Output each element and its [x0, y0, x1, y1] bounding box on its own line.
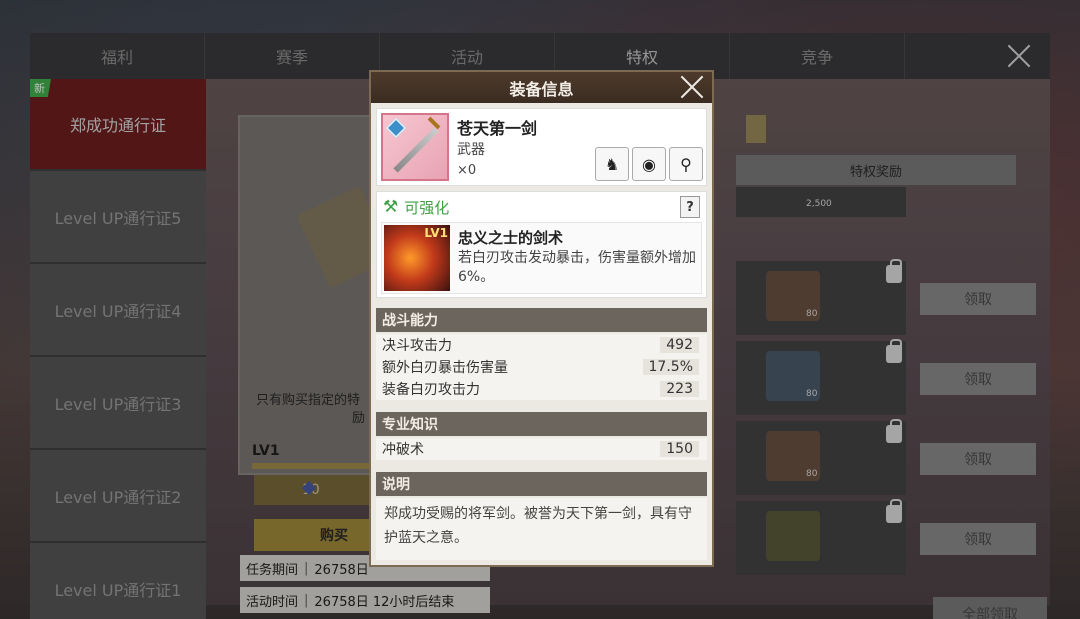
skill-card: LV1 忠义之士的剑术 若白刃攻击发动暴击，伤害量额外增加6%。: [381, 222, 702, 294]
skill-desc: 若白刃攻击发动暴击，伤害量额外增加6%。: [458, 250, 696, 285]
combat-stats: 决斗攻击力 492 额外白刃暴击伤害量 17.5% 装备白刃攻击力 223: [376, 334, 707, 400]
equip-button[interactable]: ♞: [595, 147, 629, 181]
eye-icon: ◉: [642, 154, 656, 174]
stat-row: 决斗攻击力 492: [376, 334, 707, 356]
item-name: 苍天第一剑: [457, 119, 538, 138]
sword-blade: [393, 127, 439, 173]
equip-icon: ♞: [604, 154, 620, 174]
stat-label: 额外白刃暴击伤害量: [382, 360, 508, 376]
gem-icon: [385, 117, 407, 139]
stat-value: 17.5%: [642, 359, 699, 375]
skill-name: 忠义之士的剑术: [458, 229, 564, 247]
stat-label: 决斗攻击力: [382, 338, 452, 354]
enhance-section: ⚒ 可强化 ? LV1 忠义之士的剑术 若白刃攻击发动暴击，伤害量额外增加6%。: [376, 191, 707, 298]
item-summary: 苍天第一剑 武器 ×0 ♞ ◉ ⚲: [376, 108, 707, 186]
stat-row: 装备白刃攻击力 223: [376, 378, 707, 400]
item-count: ×0: [457, 163, 477, 178]
enhance-label: 可强化: [404, 198, 450, 217]
stat-value: 492: [660, 337, 699, 353]
description-header: 说明: [376, 472, 707, 496]
expertise-header: 专业知识: [376, 412, 707, 436]
locate-button[interactable]: ⚲: [669, 147, 703, 181]
stat-value: 223: [660, 381, 699, 397]
stat-label: 装备白刃攻击力: [382, 382, 480, 398]
close-icon[interactable]: [680, 75, 704, 99]
description-text: 郑成功受赐的将军剑。被誉为天下第一剑，具有守护蓝天之意。: [384, 506, 692, 546]
stat-label: 冲破术: [382, 442, 424, 458]
modal-title: 装备信息: [509, 79, 574, 99]
stat-row: 额外白刃暴击伤害量 17.5%: [376, 356, 707, 378]
wrench-icon: ⚒: [383, 197, 399, 217]
modal-header: 装备信息: [371, 72, 712, 103]
preview-button[interactable]: ◉: [632, 147, 666, 181]
enhance-header: ⚒ 可强化: [377, 192, 706, 222]
item-type: 武器: [457, 142, 485, 158]
expertise-stats: 冲破术 150: [376, 438, 707, 460]
sword-icon: [381, 113, 449, 181]
description-body: 郑成功受赐的将军剑。被誉为天下第一剑，具有守护蓝天之意。: [376, 498, 707, 560]
skill-icon: LV1: [384, 225, 450, 291]
stat-row: 冲破术 150: [376, 438, 707, 460]
help-icon[interactable]: ?: [680, 196, 700, 218]
combat-header: 战斗能力: [376, 308, 707, 332]
equipment-info-modal: 装备信息 苍天第一剑 武器 ×0 ♞ ◉ ⚲ ⚒ 可强化 ? LV1 忠义之士的…: [369, 70, 714, 567]
skill-level: LV1: [424, 226, 448, 240]
location-icon: ⚲: [680, 154, 692, 174]
stat-value: 150: [660, 441, 699, 457]
